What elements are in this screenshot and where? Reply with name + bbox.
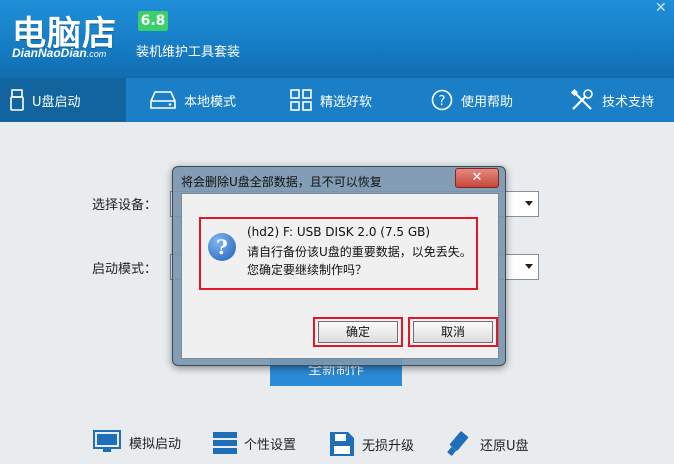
- ok-button[interactable]: 确定: [318, 321, 398, 343]
- logo-subtitle-suffix: .com: [86, 49, 107, 59]
- app-tagline: 装机维护工具套装: [136, 45, 241, 60]
- bottom-item-label: 个性设置: [244, 437, 297, 453]
- message-highlight: ? (hd2) F: USB DISK 2.0 (7.5 GB) 请自行备份该U…: [199, 217, 478, 290]
- question-icon: ?: [208, 233, 236, 261]
- dialog-close-button[interactable]: ✕: [455, 168, 499, 188]
- usb-drive-icon: [10, 89, 24, 111]
- tab-label: 精选好软: [320, 94, 373, 110]
- confirm-dialog: 将会删除U盘全部数据，且不可以恢复 ✕ ? (hd2) F: USB DISK …: [172, 166, 506, 366]
- tab-label: 使用帮助: [461, 94, 514, 110]
- cancel-button-highlight: 取消: [408, 317, 498, 347]
- save-upgrade-icon: [330, 432, 354, 456]
- apps-grid-icon: [290, 89, 312, 111]
- version-badge: 6.8: [138, 11, 168, 31]
- confirm-question-text: 您确定要继续制作吗？: [247, 263, 368, 277]
- logo-subtitle: DianNaoDian.com: [12, 46, 106, 60]
- device-info-text: (hd2) F: USB DISK 2.0 (7.5 GB): [247, 225, 431, 239]
- backup-warning-text: 请自行备份该U盘的重要数据，以免丢失。: [247, 245, 472, 259]
- usb-restore-icon: [447, 431, 469, 456]
- logo-subtitle-main: DianNaoDian: [12, 46, 87, 60]
- tab-local-mode[interactable]: 本地模式: [150, 78, 236, 122]
- bottom-item-label: 模拟启动: [129, 436, 182, 452]
- hard-disk-icon: [150, 91, 176, 109]
- tab-help[interactable]: ? 使用帮助: [431, 78, 513, 122]
- chevron-down-icon: [525, 264, 533, 269]
- main-nav: U盘启动 本地模式 精选好软 ? 使用帮助 技术支持: [0, 78, 674, 122]
- restore-usb-button[interactable]: 还原U盘: [446, 430, 529, 458]
- dialog-body: ? (hd2) F: USB DISK 2.0 (7.5 GB) 请自行备份该U…: [181, 193, 499, 359]
- monitor-icon: [93, 430, 121, 452]
- svg-text:?: ?: [439, 94, 446, 109]
- simulate-boot-button[interactable]: 模拟启动: [93, 430, 181, 454]
- tab-label: 本地模式: [184, 94, 237, 110]
- tab-usb-boot[interactable]: U盘启动: [0, 78, 126, 122]
- mode-label: 启动模式：: [92, 262, 158, 277]
- tab-tech-support[interactable]: 技术支持: [570, 78, 654, 122]
- app-header: 电脑店 6.8 DianNaoDian.com 装机维护工具套装 ✕: [0, 0, 674, 78]
- settings-list-icon: [213, 432, 237, 454]
- device-label: 选择设备：: [92, 198, 158, 213]
- tab-selected-software[interactable]: 精选好软: [290, 78, 372, 122]
- tools-icon: [570, 88, 593, 110]
- tab-label: U盘启动: [32, 94, 81, 110]
- cancel-button[interactable]: 取消: [413, 321, 493, 343]
- ok-button-highlight: 确定: [313, 317, 403, 347]
- lossless-upgrade-button[interactable]: 无损升级: [328, 430, 414, 458]
- close-window-icon[interactable]: ✕: [655, 0, 667, 16]
- bottom-item-label: 还原U盘: [480, 438, 529, 454]
- tab-label: 技术支持: [602, 94, 655, 110]
- bottom-item-label: 无损升级: [362, 438, 415, 454]
- chevron-down-icon: [525, 201, 533, 206]
- personal-settings-button[interactable]: 个性设置: [212, 430, 296, 456]
- help-circle-icon: ?: [431, 89, 453, 111]
- dialog-title: 将会删除U盘全部数据，且不可以恢复: [181, 175, 382, 189]
